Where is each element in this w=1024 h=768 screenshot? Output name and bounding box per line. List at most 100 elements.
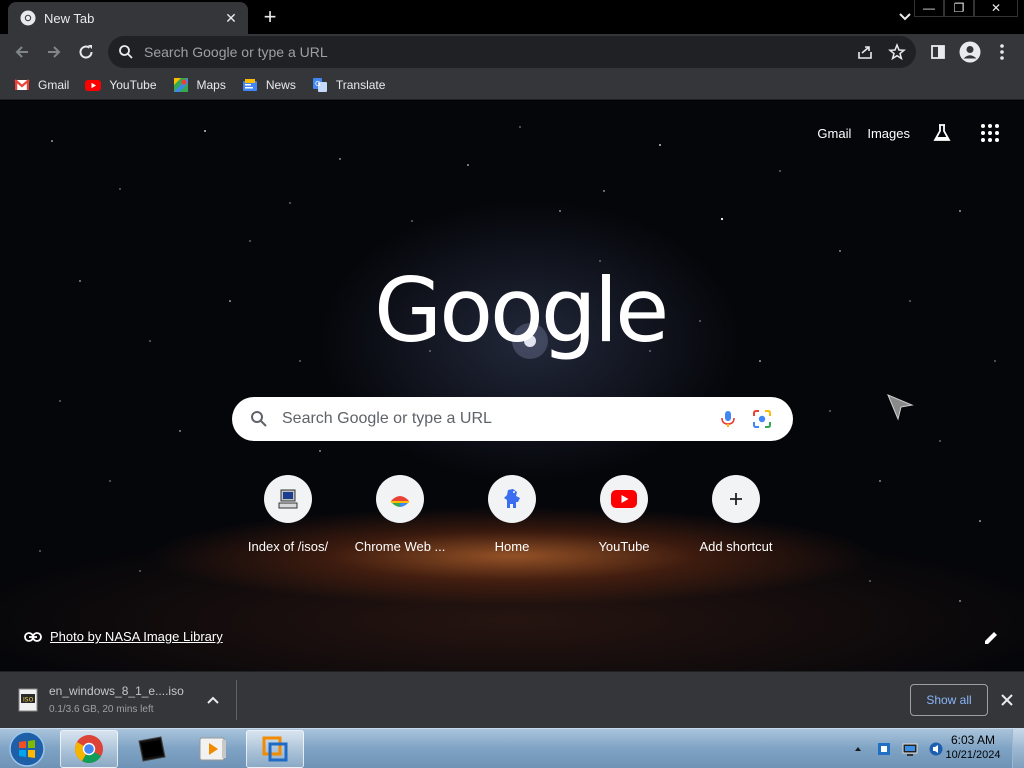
show-hidden-icons-chevron-icon[interactable] <box>850 741 866 757</box>
omnibox-input[interactable] <box>144 44 824 60</box>
menu-button[interactable] <box>990 40 1014 64</box>
bookmark-youtube[interactable]: YouTube <box>85 77 157 93</box>
system-tray <box>840 729 944 768</box>
google-logo: Google <box>374 259 669 362</box>
shortcut-label: Home <box>494 539 530 554</box>
bookmark-gmail[interactable]: Gmail <box>14 77 69 93</box>
gmail-link[interactable]: Gmail <box>817 126 851 141</box>
bookmark-news[interactable]: News <box>242 77 296 93</box>
vmware-icon <box>262 736 288 762</box>
reload-button[interactable] <box>74 40 98 64</box>
home-dino-icon <box>504 489 520 508</box>
bookmark-maps[interactable]: Maps <box>173 77 226 93</box>
side-panel-button[interactable] <box>926 40 950 64</box>
google-lens-icon[interactable] <box>752 409 772 429</box>
google-apps-grid-icon[interactable] <box>980 123 1000 143</box>
clock-date: 10/21/2024 <box>945 749 1001 761</box>
gmail-icon <box>14 78 30 90</box>
mouse-cursor-icon <box>887 394 914 421</box>
toolbar <box>0 34 1024 70</box>
taskbar-terminal-button[interactable] <box>122 730 180 768</box>
plus-icon <box>730 493 742 505</box>
chrome-icon <box>75 735 103 763</box>
new-tab-page: Gmail Images Google Index of /isos/ Chro… <box>0 101 1024 671</box>
tab-title: New Tab <box>44 10 95 26</box>
iso-file-icon: ISO <box>18 688 38 712</box>
shortcut-icon-circle <box>376 475 424 523</box>
taskbar-media-player-button[interactable] <box>184 730 242 768</box>
youtube-icon <box>85 79 102 91</box>
ntp-search-input[interactable] <box>282 410 702 428</box>
shortcut-label: Chrome Web ... <box>354 539 446 554</box>
svg-text:ISO: ISO <box>23 697 34 704</box>
windows-start-orb-icon[interactable] <box>4 729 50 768</box>
tab-strip: New Tab ✕ + — ❐ ✕ <box>0 0 1024 34</box>
photo-credit[interactable]: Photo by NASA Image Library <box>24 629 223 644</box>
bookmark-label: Gmail <box>38 77 70 92</box>
search-icon <box>251 411 267 427</box>
chevron-up-icon[interactable] <box>204 692 222 710</box>
show-desktop-button[interactable] <box>1012 729 1024 768</box>
customize-pencil-icon[interactable] <box>982 629 1000 647</box>
back-button[interactable] <box>10 40 34 64</box>
bookmarks-bar: Gmail YouTube Maps News G Translate <box>0 70 1024 100</box>
youtube-icon <box>611 490 637 508</box>
shortcut-label: Add shortcut <box>699 539 773 554</box>
download-filename[interactable]: en_windows_8_1_e....iso <box>49 684 184 698</box>
chrome-icon <box>20 10 36 26</box>
avatar-icon <box>959 41 981 63</box>
photo-credit-link[interactable]: Photo by NASA Image Library <box>50 629 223 644</box>
show-all-button[interactable]: Show all <box>910 684 988 716</box>
shortcut-tile[interactable]: Chrome Web ... <box>344 475 456 554</box>
new-tab-button[interactable]: + <box>258 6 282 30</box>
ntp-search-box[interactable] <box>232 397 793 441</box>
svg-text:G: G <box>315 80 320 88</box>
profile-button[interactable] <box>958 40 982 64</box>
shortcut-tile[interactable]: Home <box>456 475 568 554</box>
omnibox[interactable] <box>108 36 916 68</box>
restore-button[interactable]: ❐ <box>944 0 974 17</box>
maps-icon <box>173 77 188 92</box>
minimize-button[interactable]: — <box>914 0 944 17</box>
translate-icon: G <box>312 77 327 92</box>
taskbar-clock[interactable]: 6:03 AM 10/21/2024 <box>942 733 1004 761</box>
tab-search-chevron-icon[interactable] <box>894 6 916 28</box>
bookmark-label: Translate <box>335 77 386 92</box>
shortcut-icon-circle <box>600 475 648 523</box>
media-player-icon <box>199 737 226 761</box>
add-shortcut-tile[interactable]: Add shortcut <box>680 475 792 554</box>
news-icon <box>242 78 257 91</box>
taskbar-chrome-button[interactable] <box>60 730 118 768</box>
close-window-button[interactable]: ✕ <box>974 0 1018 17</box>
forward-button[interactable] <box>42 40 66 64</box>
close-icon[interactable] <box>998 691 1016 709</box>
search-icon <box>119 45 133 59</box>
shortcut-tile[interactable]: YouTube <box>568 475 680 554</box>
back-arrow-icon <box>15 46 28 58</box>
download-shelf: ISO en_windows_8_1_e....iso 0.1/3.6 GB, … <box>0 671 1024 728</box>
bookmark-star-icon[interactable] <box>888 43 906 61</box>
shortcut-label: Index of /isos/ <box>247 539 329 554</box>
shortcut-tile[interactable]: Index of /isos/ <box>232 475 344 554</box>
bookmark-translate[interactable]: G Translate <box>312 77 386 93</box>
window-controls: — ❐ ✕ <box>914 0 1018 18</box>
share-icon[interactable] <box>856 43 874 61</box>
tab-close-icon[interactable]: ✕ <box>222 9 240 27</box>
kebab-menu-icon <box>1000 44 1004 60</box>
taskbar-vmware-button[interactable] <box>246 730 304 768</box>
divider <box>236 680 237 720</box>
shortcut-icon-circle <box>488 475 536 523</box>
labs-flask-icon[interactable] <box>932 123 952 143</box>
shortcuts-grid: Index of /isos/ Chrome Web ... Home YouT… <box>232 475 792 565</box>
images-link[interactable]: Images <box>867 126 910 141</box>
network-monitor-icon[interactable] <box>902 741 918 757</box>
shortcut-icon-circle <box>264 475 312 523</box>
side-panel-icon <box>931 45 945 59</box>
bookmark-label: News <box>265 77 296 92</box>
clock-time: 6:03 AM <box>950 733 996 747</box>
ntp-top-links: Gmail Images <box>801 123 1000 143</box>
tab-new-tab[interactable]: New Tab ✕ <box>8 2 248 34</box>
microphone-icon[interactable] <box>718 409 738 429</box>
reload-icon <box>79 45 93 59</box>
tray-app-icon[interactable] <box>876 741 892 757</box>
